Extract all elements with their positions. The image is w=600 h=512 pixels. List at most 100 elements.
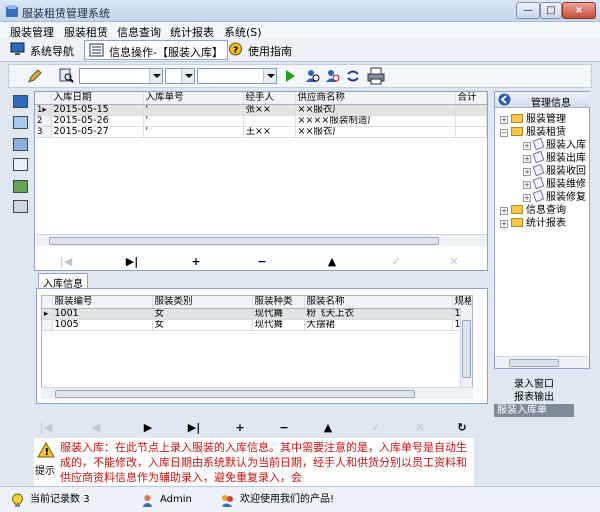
document-icon[interactable] (13, 158, 28, 171)
cell-date[interactable]: 2015-05-27 (51, 126, 144, 138)
chevron-down-icon (263, 69, 276, 83)
detail-last-button[interactable]: ▶| (184, 421, 204, 434)
cell-supplier[interactable]: ××服衣厂 (295, 104, 456, 116)
cell-order[interactable]: ' (143, 104, 244, 116)
cell-total[interactable] (455, 104, 487, 116)
column-header[interactable]: 供应商名称 (295, 92, 456, 105)
detail-first-button[interactable]: |◀ (36, 421, 56, 434)
column-header[interactable]: 规格 (452, 296, 472, 309)
tree-node-reports[interactable]: + 统计报表 (500, 214, 566, 229)
column-header[interactable]: 入库单号 (143, 92, 244, 105)
cell-name[interactable]: 粉飞天上衣 (304, 308, 453, 320)
list-item[interactable]: 录入窗口 (494, 378, 574, 391)
up-icon[interactable]: ▲ (322, 255, 342, 268)
cell-kind[interactable]: 现代舞 (252, 308, 305, 320)
collapse-panel-icon[interactable] (498, 93, 511, 106)
detail-vertical-scrollbar[interactable] (460, 308, 472, 390)
column-header[interactable]: 服装种类 (252, 296, 305, 309)
list-item[interactable]: 报表输出 (494, 391, 574, 404)
find-user-icon[interactable] (305, 68, 321, 84)
detail-next-button[interactable]: ▶ (138, 421, 158, 434)
screen-icon[interactable] (13, 95, 28, 108)
detail-horizontal-scrollbar[interactable] (41, 387, 473, 399)
column-header[interactable]: 入库日期 (51, 92, 144, 105)
find-next-icon[interactable] (325, 68, 341, 84)
hint-panel: ! 提示 服装入库：在此节点上录入服装的入库信息。其中需要注意的是，入库单号是自… (34, 438, 474, 488)
detail-delete-button[interactable]: − (274, 421, 294, 434)
field-select[interactable] (79, 68, 163, 84)
first-record-button[interactable]: |◀ (56, 255, 76, 268)
row-number: 3 (35, 126, 52, 138)
close-button[interactable]: × (562, 2, 596, 19)
detail-up-button[interactable]: ▲ (318, 421, 338, 434)
minimize-button[interactable]: — (516, 2, 540, 19)
operator-select[interactable] (165, 68, 195, 84)
cell-date[interactable]: 2015-05-15 (51, 104, 144, 116)
bulb-icon (12, 493, 23, 507)
cell-handler[interactable]: 张×× (243, 104, 296, 116)
table-header: 服装编号 服装类别 服装种类 服装名称 规格 (42, 296, 472, 309)
cell-name[interactable]: 大摆裙 (304, 319, 453, 331)
table-row[interactable]: 2 2015-05-26 ' ××××服装制造厂 (35, 115, 487, 127)
cell-handler[interactable]: 王×× (243, 126, 296, 138)
detail-post-button[interactable]: ✓ (366, 421, 386, 434)
pencil-icon[interactable] (27, 68, 43, 84)
record-count-label: 当前记录数 (30, 494, 80, 505)
cell-code[interactable]: 1005 (52, 319, 153, 331)
collapse-icon[interactable]: − (500, 129, 508, 137)
detail-prev-button[interactable]: ◀ (86, 421, 106, 434)
table-row[interactable]: 1005 女 现代舞 大摆裙 122 (42, 319, 472, 331)
run-query-icon[interactable] (283, 69, 297, 83)
cancel-record-button[interactable]: ✕ (444, 255, 464, 268)
printer-icon[interactable] (367, 67, 385, 85)
cell-code[interactable]: 1001 (52, 308, 153, 320)
cell-supplier[interactable]: ××××服装制造厂 (295, 115, 456, 127)
list-item[interactable]: 服装入库单 (494, 404, 574, 417)
tab-info-operation[interactable]: 信息操作-【服装入库】 (84, 40, 228, 60)
cell-total[interactable] (455, 115, 487, 127)
column-header[interactable]: 经手人 (243, 92, 296, 105)
svg-text:!: ! (45, 447, 50, 458)
add-record-button[interactable]: + (186, 255, 206, 268)
search-icon[interactable] (59, 68, 75, 84)
cell-order[interactable]: ' (143, 115, 244, 127)
column-header[interactable]: 合计 (455, 92, 487, 105)
grid-horizontal-scrollbar[interactable] (35, 234, 487, 246)
column-header[interactable]: 服装类别 (152, 296, 253, 309)
detail-panel: 服装编号 服装类别 服装种类 服装名称 规格 ▸ 1001 女 现代舞 粉飞天上… (36, 288, 488, 404)
value-select[interactable] (197, 68, 277, 84)
column-header[interactable]: 服装名称 (304, 296, 453, 309)
delete-record-button[interactable]: − (252, 255, 272, 268)
network-icon[interactable] (13, 116, 28, 129)
stock-in-table: 入库日期 入库单号 经手人 供应商名称 合计 1▸ 2015-05-15 ' 张… (35, 92, 487, 138)
user-icon (142, 495, 153, 507)
table-icon[interactable] (13, 138, 28, 151)
table-row[interactable]: 1▸ 2015-05-15 ' 张×× ××服衣厂 (35, 104, 487, 116)
cell-total[interactable] (455, 126, 487, 138)
detail-cancel-button[interactable]: ✕ (410, 421, 430, 434)
cell-date[interactable]: 2015-05-26 (51, 115, 144, 127)
table-row[interactable]: ▸ 1001 女 现代舞 粉飞天上衣 122 (42, 308, 472, 320)
cell-handler[interactable] (243, 115, 296, 127)
column-header[interactable]: 服装编号 (52, 296, 153, 309)
refresh-icon[interactable] (345, 68, 361, 84)
cell-category[interactable]: 女 (152, 308, 253, 320)
cell-order[interactable]: ' (143, 126, 244, 138)
cell-kind[interactable]: 现代舞 (252, 319, 305, 331)
detail-table: 服装编号 服装类别 服装种类 服装名称 规格 ▸ 1001 女 现代舞 粉飞天上… (42, 296, 472, 331)
trash-icon[interactable] (13, 200, 28, 213)
last-record-button[interactable]: ▶| (122, 255, 142, 268)
export-icon[interactable] (13, 180, 28, 193)
maximize-button[interactable]: □ (540, 2, 562, 19)
tab-system-nav[interactable]: 系统导航 (6, 40, 78, 60)
tree-horizontal-scrollbar[interactable] (495, 356, 589, 368)
record-count: 当前记录数 3 (8, 491, 138, 509)
expand-icon[interactable]: + (500, 220, 508, 228)
post-record-button[interactable]: ✓ (386, 255, 406, 268)
detail-add-button[interactable]: + (230, 421, 250, 434)
detail-refresh-button[interactable]: ↻ (452, 421, 472, 434)
cell-supplier[interactable]: ××服衣厂 (295, 126, 456, 138)
table-row[interactable]: 3 2015-05-27 ' 王×× ××服衣厂 (35, 126, 487, 138)
cell-category[interactable]: 女 (152, 319, 253, 331)
tab-user-guide[interactable]: ? 使用指南 (224, 40, 296, 60)
